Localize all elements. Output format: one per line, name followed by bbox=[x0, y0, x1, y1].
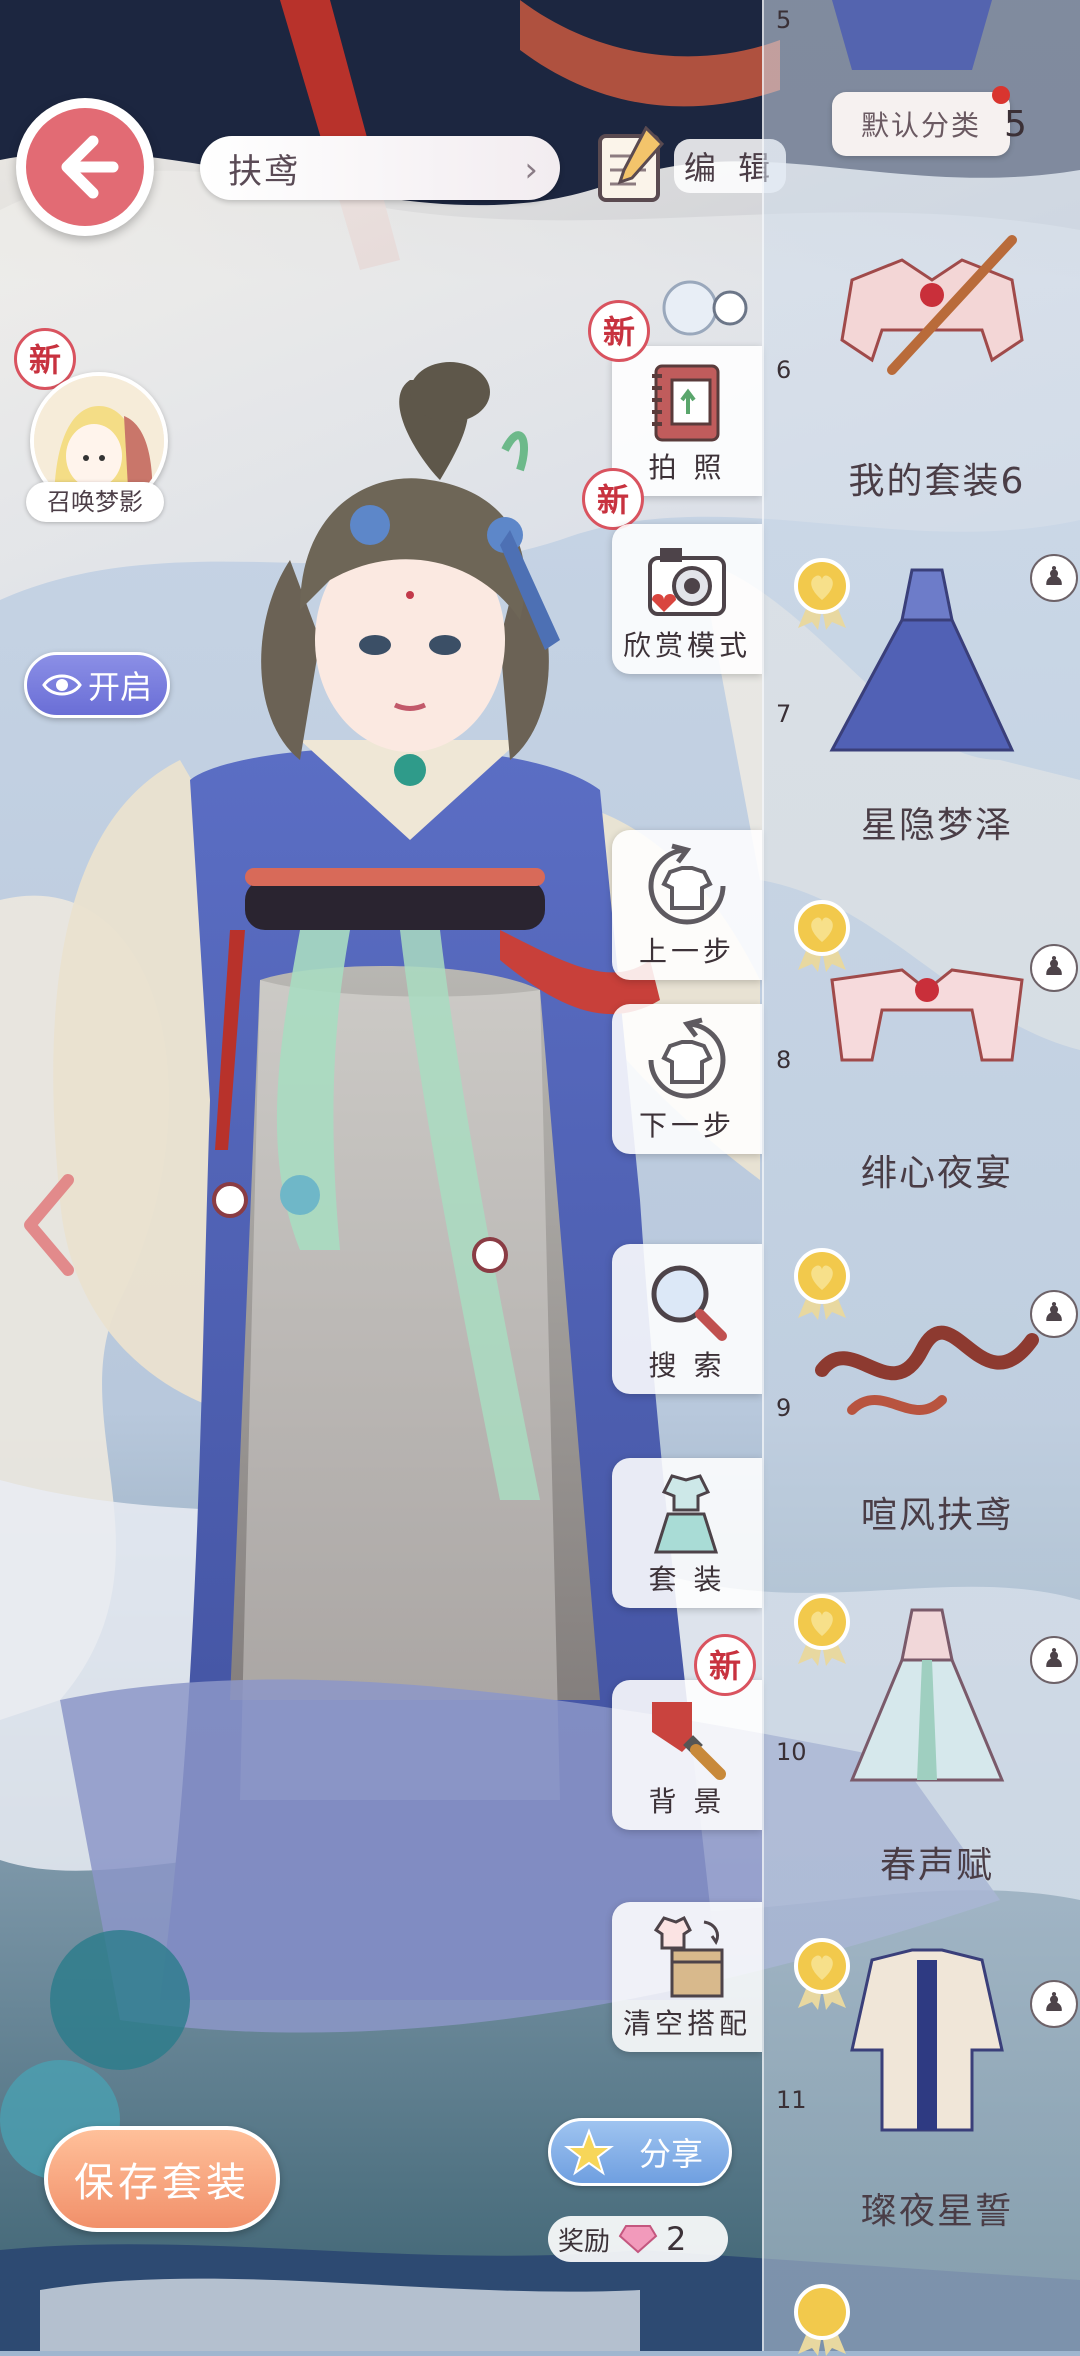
pink-gem-icon bbox=[618, 2225, 658, 2254]
dial-icon bbox=[662, 280, 748, 336]
tool-appreciate-label: 欣赏模式 bbox=[622, 629, 751, 662]
list-index: 10 bbox=[776, 1738, 807, 1766]
outfit-name-8: 绯心夜宴 bbox=[860, 1153, 1013, 1194]
outfit-thumb-7[interactable] bbox=[812, 560, 1042, 760]
tool-search[interactable]: 搜 索 bbox=[612, 1244, 762, 1394]
outfit-thumb-11[interactable] bbox=[812, 1940, 1042, 2140]
list-index: 6 bbox=[776, 356, 792, 384]
star-hand-icon bbox=[564, 2128, 614, 2176]
list-index: 5 bbox=[776, 6, 792, 34]
back-arrow-icon bbox=[26, 108, 144, 226]
outfit-thumb-5 bbox=[832, 0, 992, 70]
outfit-thumb-6[interactable] bbox=[812, 220, 1042, 420]
summon-dream-shadow-button[interactable]: 新 召唤梦影 bbox=[14, 322, 170, 522]
tool-outfit[interactable]: 套 装 bbox=[612, 1458, 762, 1608]
summon-label: 召唤梦影 bbox=[26, 482, 164, 522]
outfit-name: 扶鸢 bbox=[228, 151, 300, 192]
outfit-name-selector[interactable]: 扶鸢 › bbox=[200, 136, 560, 200]
eye-icon bbox=[42, 674, 82, 696]
list-index: 8 bbox=[776, 1046, 792, 1074]
photo-new-badge: 新 bbox=[588, 300, 650, 362]
outfit-thumb-8[interactable] bbox=[812, 930, 1042, 1130]
appreciate-new-badge: 新 bbox=[582, 468, 644, 530]
reward-count: 2 bbox=[666, 2220, 687, 2258]
list-index: 7 bbox=[776, 700, 792, 728]
category-filter-button[interactable]: 默认分类 bbox=[832, 92, 1010, 156]
category-count: 5 bbox=[1004, 104, 1027, 145]
redo-shirt-icon bbox=[648, 1017, 726, 1099]
tool-redo[interactable]: 下一步 bbox=[612, 1004, 762, 1154]
outfit-name-9: 喧风扶鸢 bbox=[860, 1495, 1013, 1536]
gold-medal-icon bbox=[794, 2284, 850, 2356]
save-outfit-button[interactable]: 保存套装 bbox=[44, 2126, 280, 2232]
notification-dot bbox=[992, 86, 1010, 104]
reward-label: 奖励 bbox=[558, 2226, 611, 2257]
eye-toggle-button[interactable]: 开启 bbox=[24, 652, 170, 718]
outfit-thumb-10[interactable] bbox=[812, 1600, 1042, 1800]
background-new-badge: 新 bbox=[694, 1634, 756, 1696]
list-index: 9 bbox=[776, 1394, 792, 1422]
magnifier-icon bbox=[651, 1265, 727, 1341]
outfit-thumb-9[interactable] bbox=[812, 1270, 1042, 1470]
outfit-name-7: 星隐梦泽 bbox=[860, 805, 1013, 846]
reward-indicator: 奖励 2 bbox=[548, 2216, 728, 2262]
share-button[interactable]: 分享 bbox=[548, 2118, 732, 2186]
camera-icon bbox=[648, 548, 726, 616]
tool-undo-label: 上一步 bbox=[638, 935, 735, 968]
tool-undo[interactable]: 上一步 bbox=[612, 830, 762, 980]
undo-shirt-icon bbox=[648, 843, 726, 925]
outfit-name-10: 春声赋 bbox=[879, 1845, 994, 1886]
tool-clear-label: 清空搭配 bbox=[622, 2007, 751, 2040]
left-arrow-icon[interactable] bbox=[18, 1170, 78, 1280]
photo-album-icon bbox=[652, 364, 720, 442]
clear-box-icon bbox=[653, 1915, 724, 1998]
back-button[interactable] bbox=[16, 98, 154, 236]
tool-clear-outfit[interactable]: 清空搭配 bbox=[612, 1902, 762, 2052]
toggle-label: 开启 bbox=[87, 668, 152, 706]
outfit-name-6: 我的套装6 bbox=[848, 461, 1026, 502]
tool-outfit-label: 套 装 bbox=[648, 1563, 726, 1596]
tool-appreciate-mode[interactable]: 欣赏模式 bbox=[612, 524, 762, 674]
tool-redo-label: 下一步 bbox=[638, 1109, 735, 1142]
edit-notepad-icon bbox=[598, 126, 665, 202]
tool-photo[interactable]: 拍 照 bbox=[612, 346, 762, 496]
tool-background-label: 背 景 bbox=[648, 1785, 726, 1818]
paint-brush-icon bbox=[652, 1702, 726, 1780]
chevron-right-icon: › bbox=[524, 150, 540, 190]
outfit-name-11: 璨夜星誓 bbox=[860, 2191, 1013, 2232]
tool-background[interactable]: 背 景 bbox=[612, 1680, 762, 1830]
share-label: 分享 bbox=[638, 2135, 703, 2173]
tool-search-label: 搜 索 bbox=[648, 1349, 726, 1382]
list-index: 11 bbox=[776, 2086, 807, 2114]
edit-button[interactable]: 编 辑 bbox=[596, 126, 787, 206]
outfit-icon bbox=[653, 1474, 719, 1554]
